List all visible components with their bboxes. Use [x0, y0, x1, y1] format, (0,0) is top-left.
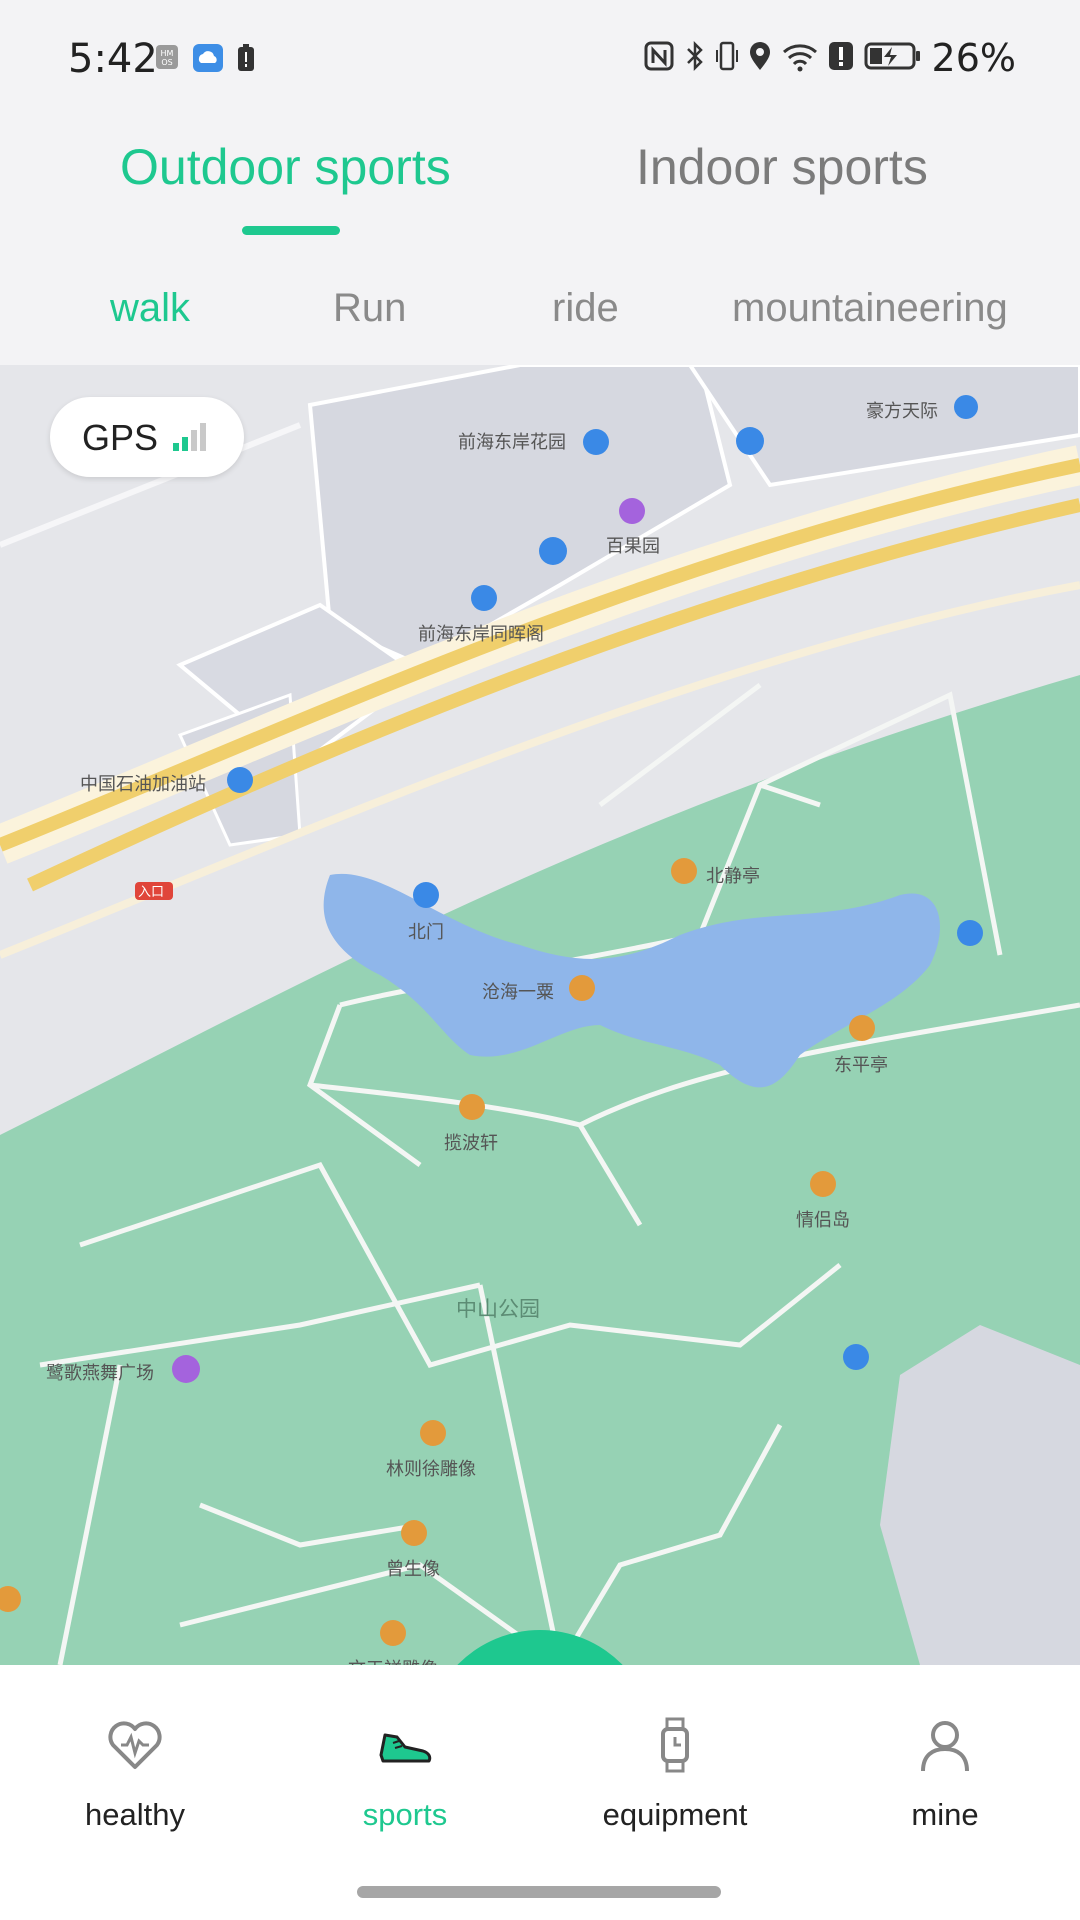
- status-left-icons: HM OS: [155, 44, 255, 77]
- map-label: 情侣岛: [796, 1210, 850, 1230]
- nav-item-equipment[interactable]: equipment: [540, 1665, 810, 1865]
- map-label: 北门: [408, 922, 444, 942]
- status-time: 5:42: [68, 36, 158, 82]
- bluetooth-icon: [684, 40, 706, 77]
- map-canvas: [0, 365, 1080, 1665]
- sport-category-tabs: Outdoor sports Indoor sports: [0, 130, 1080, 250]
- nav-label: mine: [911, 1797, 979, 1832]
- cloud-icon: [193, 44, 223, 77]
- alert-icon: [237, 44, 255, 77]
- map-label: 前海东岸同晖阁: [418, 624, 544, 644]
- sneaker-icon: [375, 1715, 435, 1775]
- map-label: 入口: [138, 884, 165, 899]
- heart-pulse-icon: [105, 1715, 165, 1775]
- active-tab-indicator: [242, 226, 340, 235]
- map-label: 东平亭: [834, 1055, 888, 1075]
- map-label: 鹭歌燕舞广场: [46, 1363, 154, 1383]
- nav-item-mine[interactable]: mine: [810, 1665, 1080, 1865]
- map-label: 前海东岸花园: [458, 432, 566, 452]
- map-label: 沧海一粟: [482, 982, 554, 1002]
- nav-label: sports: [362, 1797, 448, 1832]
- status-right-icons: 26%: [644, 36, 1016, 80]
- svg-text:HM: HM: [161, 49, 174, 58]
- map-label: 揽波轩: [444, 1133, 498, 1153]
- map-label: 百果园: [606, 536, 660, 556]
- location-icon: [748, 40, 772, 77]
- svg-text:OS: OS: [161, 58, 172, 67]
- alert-icon: [828, 41, 854, 76]
- vibrate-icon: [715, 40, 738, 77]
- battery-charging-icon: [864, 41, 922, 76]
- person-icon: [915, 1715, 975, 1775]
- tab-mountaineering[interactable]: mountaineering: [732, 286, 1008, 331]
- map-label: 曾生像: [386, 1559, 440, 1579]
- nfc-icon: [644, 41, 674, 76]
- watch-icon: [645, 1715, 705, 1775]
- sport-type-tabs: walk Run ride mountaineering: [0, 280, 1080, 340]
- hmos-icon: HM OS: [155, 44, 179, 77]
- tab-run[interactable]: Run: [333, 286, 406, 331]
- wifi-icon: [782, 40, 818, 77]
- nav-label: equipment: [602, 1797, 748, 1832]
- tab-indoor-sports[interactable]: Indoor sports: [636, 138, 928, 196]
- status-bar: 5:42 HM OS 26%: [0, 0, 1080, 110]
- battery-percent: 26%: [931, 36, 1016, 80]
- map-label: 中山公园: [456, 1298, 540, 1321]
- tab-outdoor-sports[interactable]: Outdoor sports: [120, 138, 451, 196]
- map-label: 北静亭: [706, 866, 760, 886]
- map-label: 林则徐雕像: [386, 1459, 476, 1479]
- map-label: 中国石油加油站: [80, 774, 206, 794]
- map-label: 豪方天际: [866, 401, 938, 421]
- bottom-navigation: healthy sports equipment mine: [0, 1665, 1080, 1920]
- tab-ride[interactable]: ride: [552, 286, 619, 331]
- tab-walk[interactable]: walk: [110, 286, 190, 331]
- home-indicator[interactable]: [357, 1886, 721, 1898]
- map-view[interactable]: 前海东岸花园 豪方天际 百果园 前海东岸同晖阁 中国石油加油站 入口 北门 北静…: [0, 365, 1080, 1665]
- nav-item-sports[interactable]: sports: [270, 1665, 540, 1865]
- nav-label: healthy: [85, 1797, 185, 1832]
- map-label: 文天祥雕像: [348, 1655, 438, 1665]
- gps-status-pill: GPS: [50, 397, 244, 477]
- nav-item-healthy[interactable]: healthy: [0, 1665, 270, 1865]
- gps-label: GPS: [82, 417, 159, 458]
- gps-signal-icon: [173, 423, 209, 456]
